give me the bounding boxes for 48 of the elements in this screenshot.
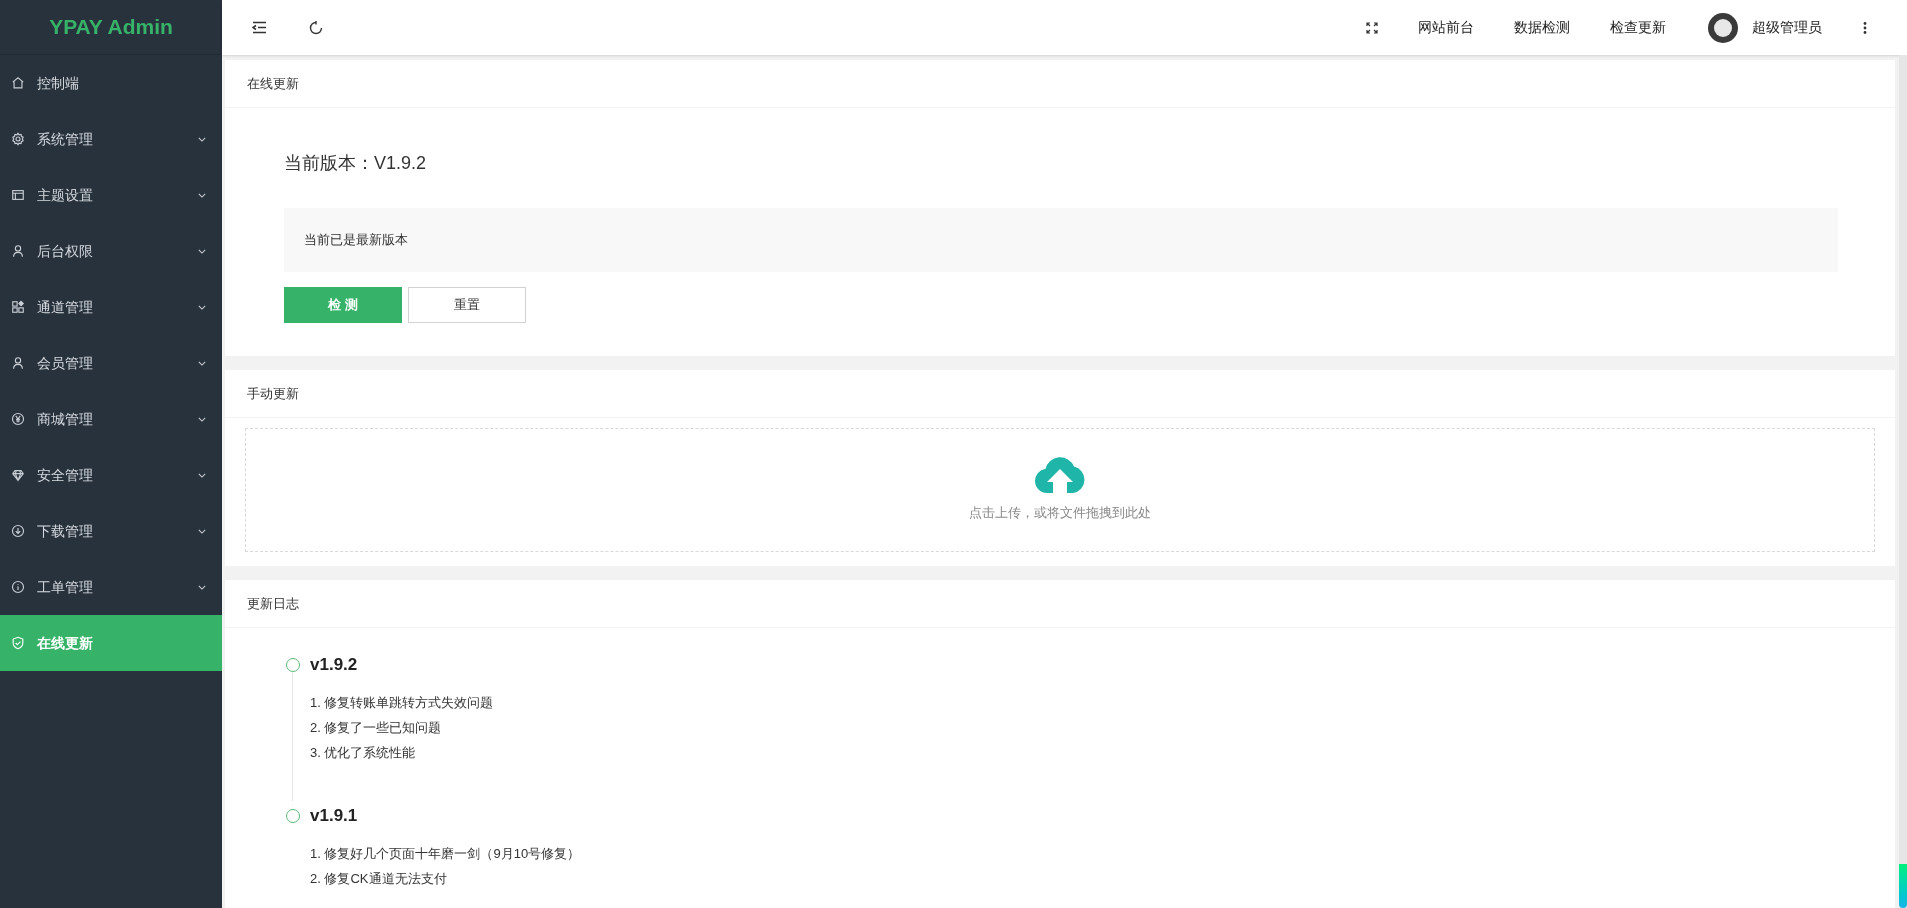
sidebar-item[interactable]: 商城管理 bbox=[0, 391, 222, 447]
apps-icon bbox=[11, 300, 25, 314]
card-title: 手动更新 bbox=[247, 384, 299, 403]
user-icon bbox=[11, 244, 25, 258]
version-heading: v1.9.2 bbox=[310, 654, 359, 676]
header-link[interactable]: 数据检测 bbox=[1494, 17, 1590, 38]
sidebar-item[interactable]: 后台权限 bbox=[0, 223, 222, 279]
scrollbar[interactable] bbox=[1899, 55, 1907, 908]
current-version: 当前版本：V1.9.2 bbox=[284, 152, 428, 175]
upload-dropzone[interactable]: 点击上传，或将文件拖拽到此处 bbox=[245, 428, 1875, 552]
changelog-item: 1. 修复转账单跳转方式失效问题 bbox=[310, 694, 495, 712]
user-icon bbox=[11, 356, 25, 370]
more-options-icon[interactable] bbox=[1863, 21, 1867, 34]
yen-icon bbox=[11, 412, 25, 426]
changelog-item: 3. 优化了系统性能 bbox=[310, 744, 417, 762]
changelog-item: 1. 修复好几个页面十年磨一剑（9月10号修复） bbox=[310, 845, 582, 863]
card-title: 在线更新 bbox=[247, 74, 299, 93]
home-icon bbox=[11, 76, 25, 90]
header-link[interactable]: 网站前台 bbox=[1398, 17, 1494, 38]
fullscreen-icon[interactable] bbox=[1366, 21, 1378, 34]
sidebar-item[interactable]: 主题设置 bbox=[0, 167, 222, 223]
info-icon bbox=[11, 580, 25, 594]
changelog-item: 2. 修复了一些已知问题 bbox=[310, 719, 443, 737]
download-icon bbox=[11, 524, 25, 538]
version-heading: v1.9.1 bbox=[310, 805, 359, 827]
diamond-icon bbox=[11, 468, 25, 482]
menu-collapse-icon[interactable] bbox=[252, 21, 267, 34]
upload-hint: 点击上传，或将文件拖拽到此处 bbox=[969, 504, 1151, 523]
shield-check-icon bbox=[11, 636, 25, 650]
sidebar-item[interactable]: 安全管理 bbox=[0, 447, 222, 503]
cloud-upload-icon bbox=[1034, 457, 1086, 494]
refresh-icon[interactable] bbox=[309, 20, 323, 35]
sidebar-item[interactable]: 工单管理 bbox=[0, 559, 222, 615]
sidebar-item[interactable]: 通道管理 bbox=[0, 279, 222, 335]
reset-button[interactable]: 重置 bbox=[408, 287, 526, 323]
card-title: 更新日志 bbox=[247, 594, 299, 613]
sidebar-item[interactable]: 会员管理 bbox=[0, 335, 222, 391]
user-name[interactable]: 超级管理员 bbox=[1752, 17, 1822, 38]
settings-icon bbox=[11, 132, 25, 146]
sidebar-item[interactable]: 下载管理 bbox=[0, 503, 222, 559]
sidebar-item[interactable]: 系统管理 bbox=[0, 111, 222, 167]
header-link[interactable]: 检查更新 bbox=[1590, 17, 1686, 38]
changelog-item: 2. 修复CK通道无法支付 bbox=[310, 870, 448, 888]
user-avatar[interactable] bbox=[1708, 12, 1738, 43]
sidebar-item[interactable]: 控制端 bbox=[0, 55, 222, 111]
notice-text: 当前已是最新版本 bbox=[304, 231, 408, 250]
window-icon bbox=[11, 188, 25, 202]
app-logo: YPAY Admin bbox=[49, 14, 173, 41]
